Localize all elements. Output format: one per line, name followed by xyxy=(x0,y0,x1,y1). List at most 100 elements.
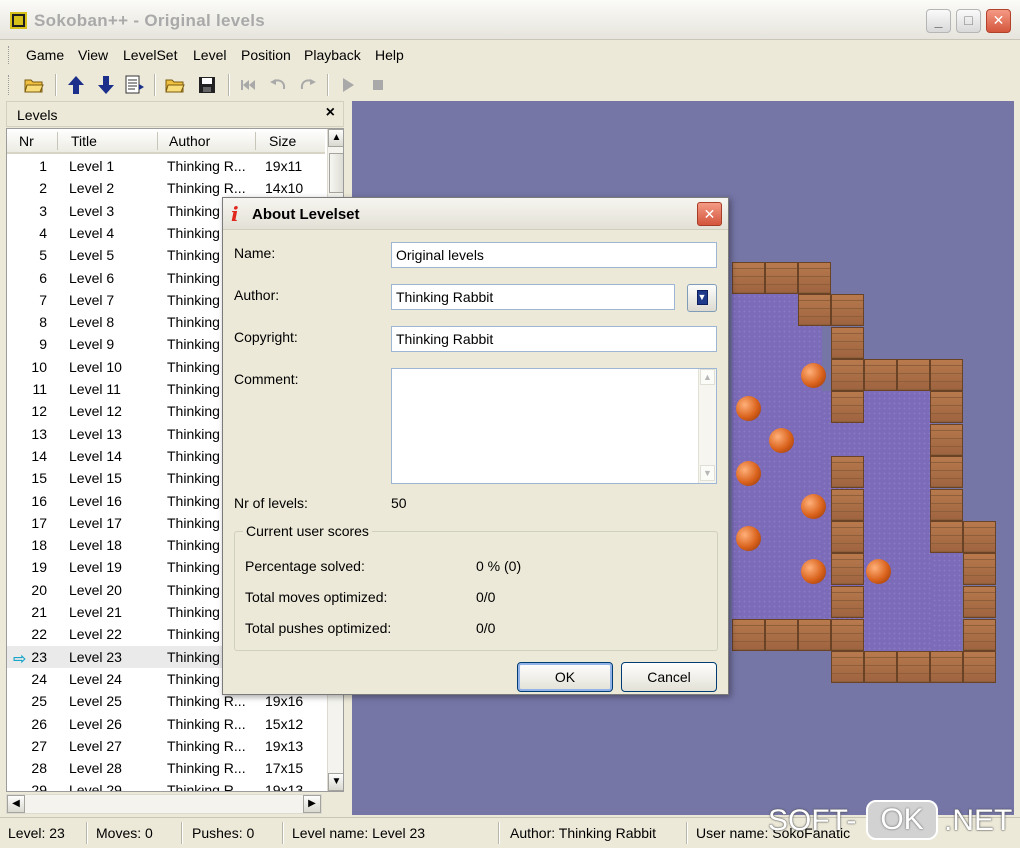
column-nr[interactable]: Nr xyxy=(19,133,34,149)
brick-wall xyxy=(798,619,831,651)
brick-wall xyxy=(864,651,897,683)
box-ball[interactable] xyxy=(736,526,761,551)
box-ball[interactable] xyxy=(736,461,761,486)
percentage-solved-value: 0 % (0) xyxy=(476,558,522,574)
scroll-down-icon[interactable]: ▼ xyxy=(328,773,343,791)
brick-wall xyxy=(798,294,831,326)
box-ball[interactable] xyxy=(769,428,794,453)
copyright-field[interactable]: Thinking Rabbit xyxy=(391,326,717,352)
about-levelset-dialog: i About Levelset ✕ Name: Original levels… xyxy=(222,197,729,695)
list-icon[interactable] xyxy=(123,73,147,97)
window-titlebar: Sokoban++ - Original levels _ □ ✕ xyxy=(0,0,1020,40)
undo-icon[interactable] xyxy=(266,73,290,97)
dialog-close-button[interactable]: ✕ xyxy=(697,202,722,226)
level-cell-size: 19x13 xyxy=(265,782,304,792)
author-field[interactable]: Thinking Rabbit xyxy=(391,284,675,310)
level-list-row[interactable]: 2 Level 2 Thinking R... 14x10 xyxy=(7,177,325,199)
percentage-solved-label: Percentage solved: xyxy=(245,558,365,574)
brick-wall xyxy=(831,553,864,585)
skip-start-icon[interactable] xyxy=(236,73,260,97)
stop-icon[interactable] xyxy=(366,73,390,97)
brick-wall xyxy=(963,553,996,585)
save-icon[interactable] xyxy=(195,73,219,97)
level-cell-nr: 27 xyxy=(31,737,47,754)
level-list-row[interactable]: 1 Level 1 Thinking R... 19x11 xyxy=(7,155,325,177)
name-field[interactable]: Original levels xyxy=(391,242,717,268)
ok-button[interactable]: OK xyxy=(517,662,613,692)
brick-wall xyxy=(732,262,765,294)
close-window-button[interactable]: ✕ xyxy=(986,9,1011,33)
brick-wall xyxy=(930,359,963,391)
box-ball[interactable] xyxy=(801,559,826,584)
box-ball[interactable] xyxy=(866,559,891,584)
brick-wall xyxy=(963,586,996,618)
user-scores-legend: Current user scores xyxy=(243,523,372,539)
level-cell-author: Thinking R... xyxy=(167,180,246,197)
open-folder-icon[interactable] xyxy=(22,73,46,97)
brick-wall xyxy=(732,619,765,651)
level-cell-size: 17x15 xyxy=(265,760,304,777)
box-ball[interactable] xyxy=(801,363,826,388)
column-size[interactable]: Size xyxy=(269,133,296,149)
level-cell-nr: 7 xyxy=(39,291,47,308)
scroll-up-icon[interactable]: ▲ xyxy=(700,369,715,385)
menu-help[interactable]: Help xyxy=(375,47,404,63)
scroll-up-icon[interactable]: ▲ xyxy=(328,129,343,147)
watermark-right: .NET xyxy=(944,804,1013,837)
author-pick-button[interactable]: ▼ xyxy=(687,284,717,312)
level-cell-title: Level 1 xyxy=(69,158,115,174)
level-cell-title: Level 23 xyxy=(69,648,122,665)
level-cell-title: Level 28 xyxy=(69,760,122,777)
comment-textarea[interactable]: ▲ ▼ xyxy=(391,368,717,484)
level-cell-title: Level 18 xyxy=(69,537,122,554)
level-cell-nr: 2 xyxy=(39,180,47,197)
level-cell-title: Level 24 xyxy=(69,670,122,687)
menu-levelset[interactable]: LevelSet xyxy=(123,47,177,63)
arrow-up-icon[interactable] xyxy=(64,73,88,97)
pushes-optimized-value: 0/0 xyxy=(476,620,496,636)
level-cell-nr: 18 xyxy=(31,537,47,554)
brick-wall xyxy=(831,619,864,651)
open-icon[interactable] xyxy=(163,73,187,97)
floor xyxy=(932,553,962,653)
level-list-row[interactable]: 29 Level 29 Thinking R... 19x13 xyxy=(7,779,325,792)
redo-icon[interactable] xyxy=(296,73,320,97)
level-cell-title: Level 3 xyxy=(69,202,115,219)
level-cell-nr: 29 xyxy=(31,782,47,792)
box-ball[interactable] xyxy=(736,396,761,421)
level-cell-title: Level 27 xyxy=(69,737,122,754)
minimize-button[interactable]: _ xyxy=(926,9,951,33)
level-cell-title: Level 22 xyxy=(69,626,122,643)
level-cell-title: Level 25 xyxy=(69,693,122,710)
brick-wall xyxy=(864,359,897,391)
level-cell-size: 19x11 xyxy=(265,158,303,174)
maximize-button[interactable]: □ xyxy=(956,9,981,33)
menu-playback[interactable]: Playback xyxy=(304,47,361,63)
column-author[interactable]: Author xyxy=(169,133,210,149)
menu-view[interactable]: View xyxy=(78,47,108,63)
menu-game[interactable]: Game xyxy=(26,47,64,63)
level-cell-author: Thinking R... xyxy=(167,737,246,754)
level-cell-title: Level 5 xyxy=(69,247,115,264)
level-list-row[interactable]: 26 Level 26 Thinking R... 15x12 xyxy=(7,713,325,735)
level-list-row[interactable]: 27 Level 27 Thinking R... 19x13 xyxy=(7,735,325,757)
play-icon[interactable] xyxy=(336,73,360,97)
level-cell-nr: 5 xyxy=(39,247,47,264)
list-horizontal-scrollbar[interactable]: ◀ ▶ xyxy=(6,794,322,814)
level-cell-title: Level 29 xyxy=(69,782,122,792)
level-cell-title: Level 15 xyxy=(69,470,122,487)
level-list-row[interactable]: 28 Level 28 Thinking R... 17x15 xyxy=(7,757,325,779)
menu-position[interactable]: Position xyxy=(241,47,291,63)
column-title[interactable]: Title xyxy=(71,133,97,149)
comment-scrollbar[interactable]: ▲ ▼ xyxy=(698,369,716,483)
menu-level[interactable]: Level xyxy=(193,47,226,63)
scroll-down-icon[interactable]: ▼ xyxy=(700,465,715,481)
arrow-down-icon[interactable] xyxy=(94,73,118,97)
scroll-right-icon[interactable]: ▶ xyxy=(303,795,321,813)
level-cell-nr: 3 xyxy=(39,202,47,219)
box-ball[interactable] xyxy=(801,494,826,519)
scroll-left-icon[interactable]: ◀ xyxy=(7,795,25,813)
cancel-button[interactable]: Cancel xyxy=(621,662,717,692)
scroll-thumb[interactable] xyxy=(329,153,343,193)
close-panel-icon[interactable]: × xyxy=(326,104,335,122)
